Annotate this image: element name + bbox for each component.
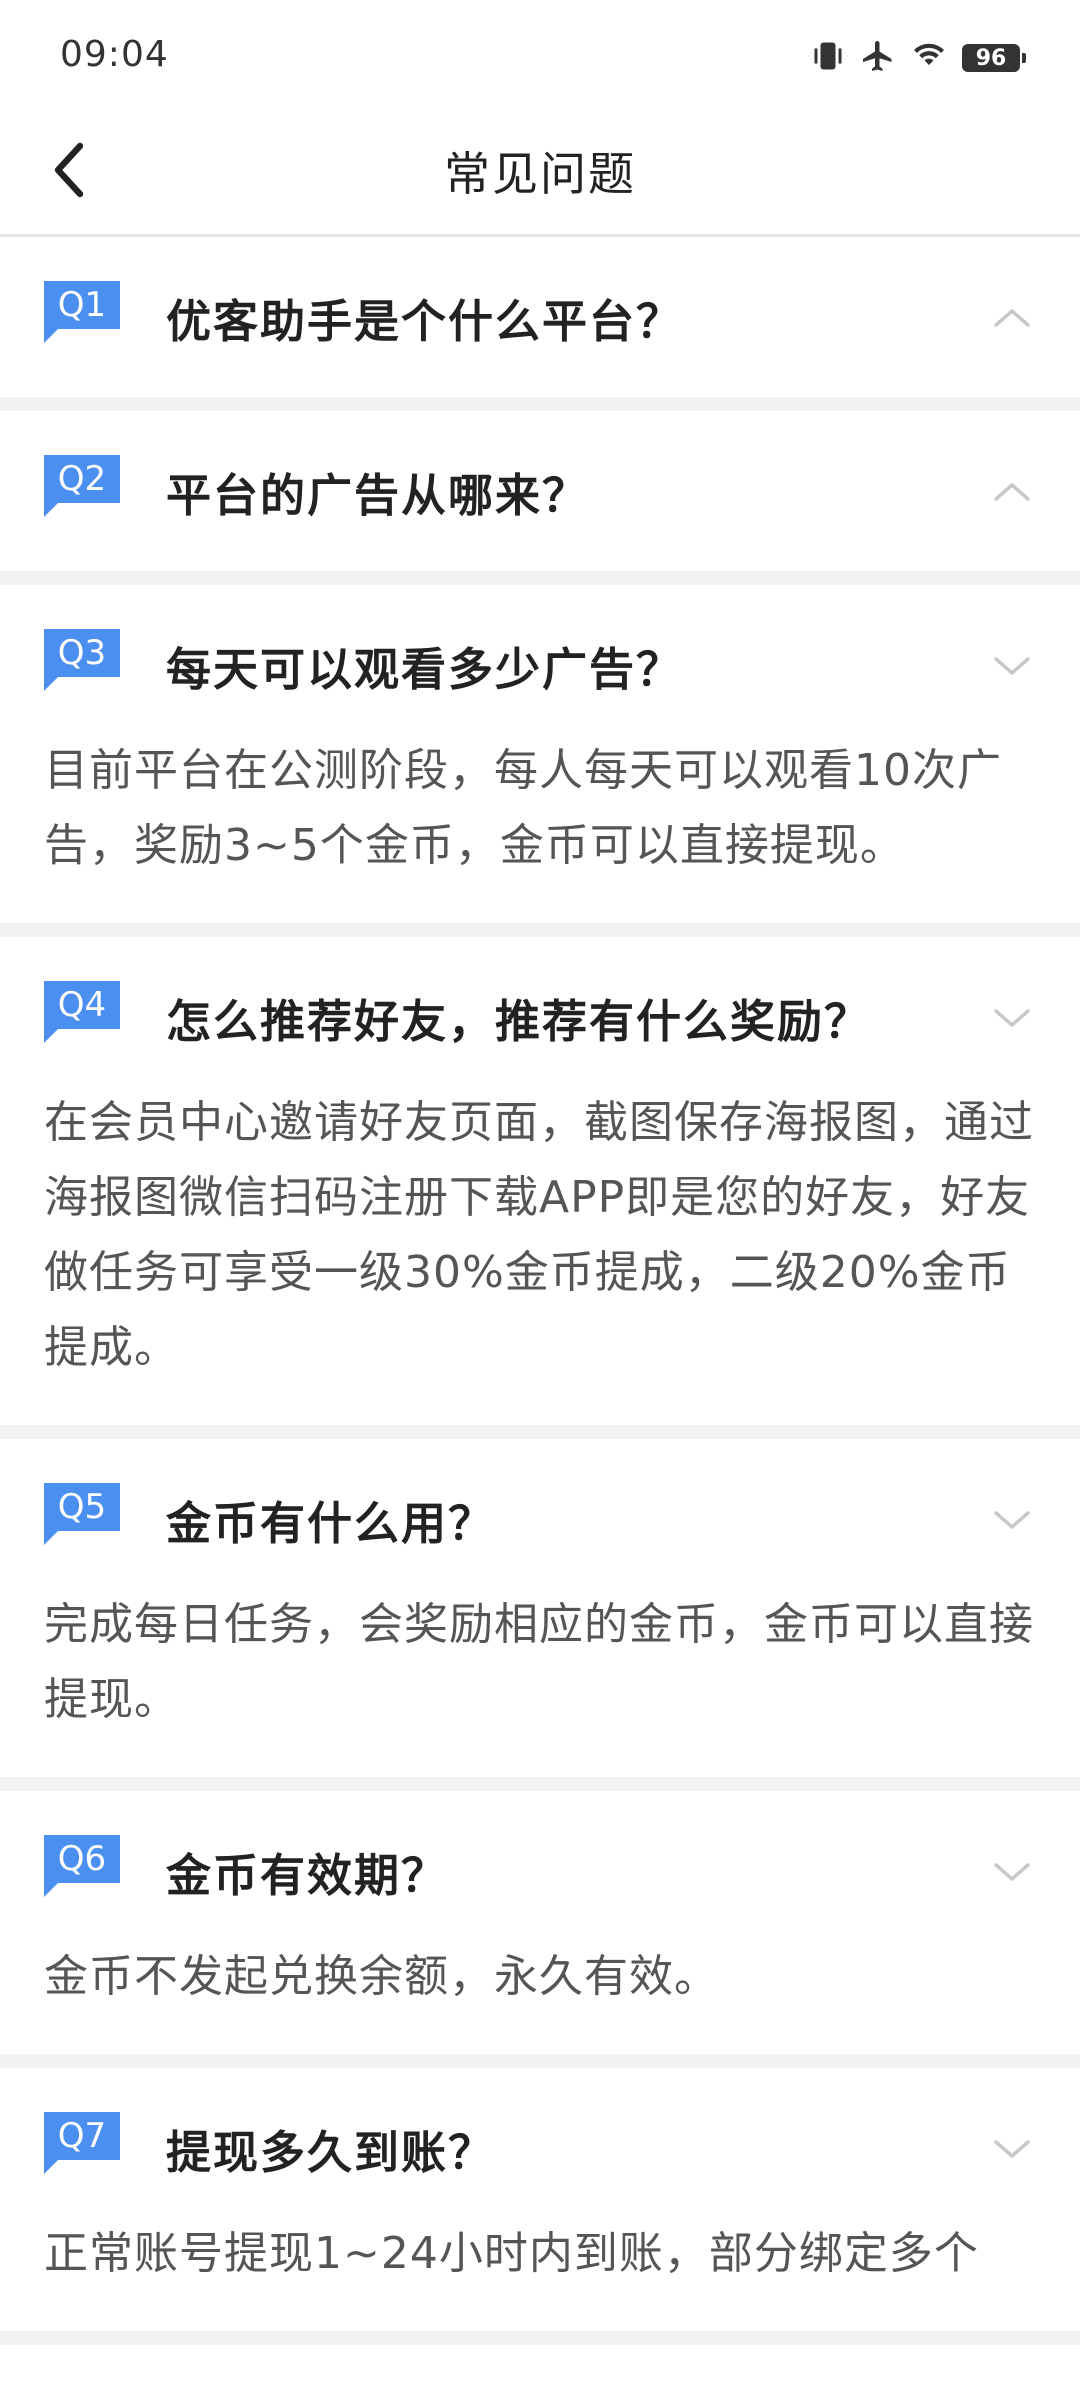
faq-header-q6[interactable]: Q6 金币有效期？ (0, 1791, 1080, 1951)
page-title: 常见问题 (444, 147, 636, 201)
answer-text: 金币不发起兑换余额，永久有效。 (44, 1951, 719, 2002)
faq-item-q2: Q2 平台的广告从哪来？ (0, 411, 1080, 585)
nav-bar: 常见问题 (0, 110, 1080, 237)
wifi-icon (910, 38, 948, 78)
question-title: 每天可以观看多少广告？ (166, 643, 684, 696)
question-title: 提现多久到账？ (166, 2126, 496, 2179)
vibrate-icon (810, 38, 846, 78)
chevron-down-icon[interactable] (988, 1495, 1036, 1543)
faq-item-q1: Q1 优客助手是个什么平台？ (0, 237, 1080, 411)
question-badge: Q1 (44, 281, 120, 343)
chevron-down-icon[interactable] (988, 641, 1036, 689)
question-badge: Q6 (44, 1835, 120, 1897)
question-badge: Q5 (44, 1483, 120, 1545)
faq-header-q2[interactable]: Q2 平台的广告从哪来？ (0, 411, 1080, 571)
faq-item-q7: Q7 提现多久到账？ 正常账号提现1~24小时内到账，部分绑定多个 (0, 2068, 1080, 2345)
chevron-down-icon[interactable] (988, 993, 1036, 1041)
chevron-down-icon[interactable] (988, 2124, 1036, 2172)
faq-item-q3: Q3 每天可以观看多少广告？ 目前平台在公测阶段，每人每天可以观看10次广告，奖… (0, 585, 1080, 937)
question-title: 优客助手是个什么平台？ (166, 295, 684, 348)
question-badge: Q2 (44, 455, 120, 517)
question-badge: Q3 (44, 629, 120, 691)
answer-text: 在会员中心邀请好友页面，截图保存海报图，通过海报图微信扫码注册下载APP即是您的… (44, 1097, 1034, 1373)
status-icons: 96 (810, 36, 1026, 80)
faq-header-q7[interactable]: Q7 提现多久到账？ (0, 2068, 1080, 2228)
status-bar: 09:04 96 (0, 0, 1080, 110)
question-badge: Q7 (44, 2112, 120, 2174)
faq-item-q6: Q6 金币有效期？ 金币不发起兑换余额，永久有效。 (0, 1791, 1080, 2068)
battery-icon: 96 (962, 44, 1026, 72)
chevron-up-icon[interactable] (988, 293, 1036, 341)
question-title: 怎么推荐好友，推荐有什么奖励？ (166, 995, 872, 1048)
answer-text: 完成每日任务，会奖励相应的金币，金币可以直接提现。 (44, 1599, 1034, 1725)
faq-header-q5[interactable]: Q5 金币有什么用？ (0, 1439, 1080, 1599)
answer-text: 正常账号提现1~24小时内到账，部分绑定多个 (44, 2228, 979, 2279)
question-title: 金币有什么用？ (166, 1497, 496, 1550)
faq-header-q1[interactable]: Q1 优客助手是个什么平台？ (0, 237, 1080, 397)
status-time: 09:04 (60, 34, 169, 75)
faq-item-q5: Q5 金币有什么用？ 完成每日任务，会奖励相应的金币，金币可以直接提现。 (0, 1439, 1080, 1791)
faq-item-q4: Q4 怎么推荐好友，推荐有什么奖励？ 在会员中心邀请好友页面，截图保存海报图，通… (0, 937, 1080, 1439)
question-title: 金币有效期？ (166, 1849, 449, 1902)
airplane-icon (860, 38, 896, 78)
chevron-down-icon[interactable] (988, 1847, 1036, 1895)
question-title: 平台的广告从哪来？ (166, 469, 590, 522)
answer-text: 目前平台在公测阶段，每人每天可以观看10次广告，奖励3~5个金币，金币可以直接提… (44, 745, 1002, 871)
faq-header-q4[interactable]: Q4 怎么推荐好友，推荐有什么奖励？ (0, 937, 1080, 1097)
faq-list: Q1 优客助手是个什么平台？ Q2 平台的广告从哪来？ Q3 每天可以观看多少广… (0, 237, 1080, 2345)
chevron-up-icon[interactable] (988, 467, 1036, 515)
faq-header-q3[interactable]: Q3 每天可以观看多少广告？ (0, 585, 1080, 745)
question-badge: Q4 (44, 981, 120, 1043)
